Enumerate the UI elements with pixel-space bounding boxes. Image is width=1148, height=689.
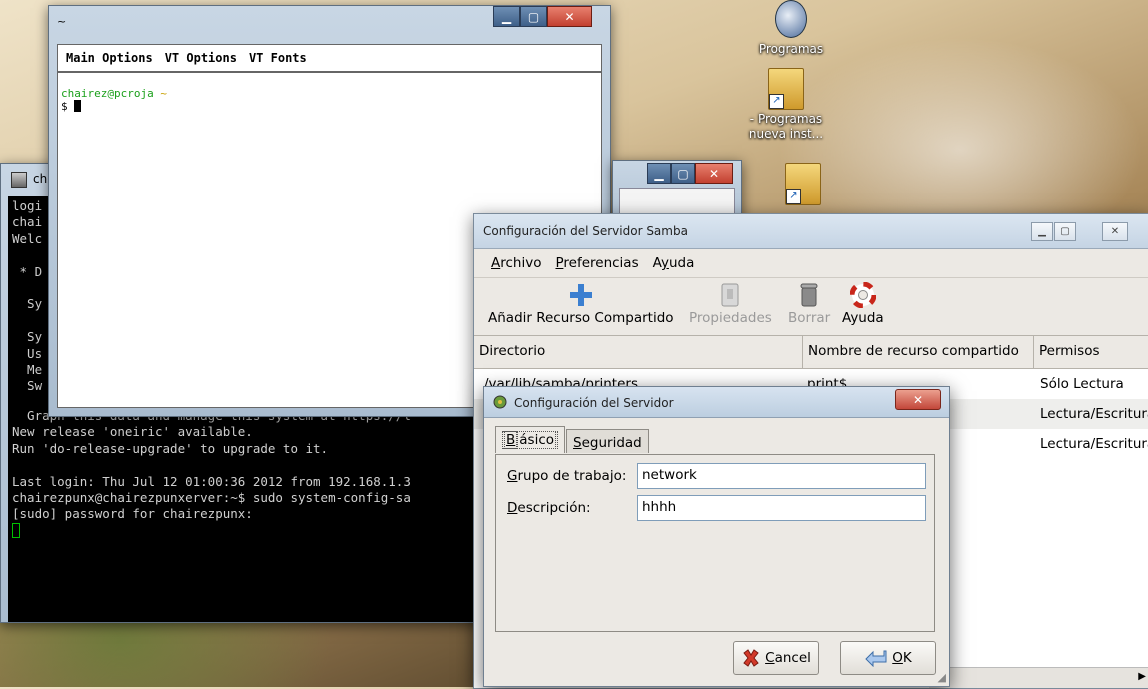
terminal-lines-partial: logi chai Welc * D Sy Sy Us Me Sw [12, 198, 43, 394]
menu-vt-fonts[interactable]: VT Fonts [249, 51, 307, 65]
samba-dialog-icon [493, 395, 507, 409]
desktop-icon-programas[interactable]: Programas [746, 0, 836, 56]
minimize-button[interactable]: ▁ [493, 6, 520, 27]
terminal-cursor [12, 522, 20, 538]
help-label: Ayuda [842, 310, 884, 326]
cell-permissions: Lectura/Escritura [1040, 406, 1148, 422]
close-button[interactable]: ✕ [695, 163, 733, 184]
description-label: Descripción: [507, 500, 591, 516]
minimize-button[interactable]: ▁ [647, 163, 671, 184]
prompt-user: chairez@pcroja [61, 87, 154, 100]
delete-button[interactable]: Borrar [788, 282, 830, 326]
ok-arrow-icon [865, 650, 887, 667]
dialog-title: Configuración del Servidor [514, 396, 674, 410]
column-directorio[interactable]: Directorio [474, 336, 803, 368]
desktop-icon-programas-nueva[interactable]: ↗ - Programas nueva inst... [741, 68, 831, 142]
column-permisos[interactable]: Permisos [1034, 336, 1148, 368]
close-button[interactable]: ✕ [895, 389, 941, 410]
trash-icon [800, 283, 818, 307]
add-share-button[interactable]: Añadir Recurso Compartido [488, 282, 674, 326]
properties-icon [721, 283, 739, 307]
workgroup-label: Grupo de trabajo: [507, 468, 627, 484]
cell-permissions: Lectura/Escritura [1040, 436, 1148, 452]
resize-grip-icon[interactable]: ◢ [938, 671, 946, 684]
desktop-icon-folder[interactable]: ↗ [758, 163, 848, 207]
cancel-button[interactable]: Cancel [733, 641, 819, 675]
cell-permissions: Sólo Lectura [1040, 376, 1124, 392]
menu-archivo[interactable]: Archivo [491, 255, 541, 271]
menu-main-options[interactable]: Main Options [66, 51, 153, 65]
maximize-button[interactable]: ▢ [671, 163, 695, 184]
window-title: ~ [57, 15, 67, 28]
putty-icon [11, 172, 27, 188]
terminal-cursor [74, 100, 82, 112]
menu-preferencias[interactable]: Preferencias [555, 255, 638, 271]
minimize-button[interactable]: ▁ [1031, 222, 1053, 241]
workgroup-input[interactable]: network [637, 463, 926, 489]
plus-icon [569, 284, 592, 306]
tab-panel-basico: Grupo de trabajo: network Descripción: h… [495, 454, 935, 632]
server-config-dialog[interactable]: Configuración del Servidor ✕ Básico Segu… [483, 386, 950, 687]
close-button[interactable]: ✕ [1102, 222, 1128, 241]
properties-label: Propiedades [689, 310, 772, 326]
folder-shortcut-icon: ↗ [768, 68, 804, 110]
window-title: ch [33, 172, 48, 186]
maximize-button[interactable]: ▢ [1054, 222, 1076, 241]
programs-icon [775, 0, 807, 38]
delete-label: Borrar [788, 310, 831, 326]
window-title: Configuración del Servidor Samba [483, 224, 688, 238]
horizontal-scrollbar[interactable]: ▶ [929, 667, 1148, 688]
tab-seguridad[interactable]: Seguridad [566, 429, 649, 453]
dialog-title-bar[interactable]: Configuración del Servidor ✕ [484, 387, 949, 418]
description-input[interactable]: hhhh [637, 495, 926, 521]
add-share-label: Añadir Recurso Compartido [488, 310, 674, 326]
column-nombre[interactable]: Nombre de recurso compartido [803, 336, 1034, 368]
scroll-right-icon: ▶ [1138, 671, 1146, 682]
prompt-path: ~ [160, 87, 167, 100]
menu-vt-options[interactable]: VT Options [165, 51, 237, 65]
menu-ayuda[interactable]: Ayuda [653, 255, 695, 271]
desktop-icon-label: - Programas nueva inst... [748, 112, 824, 141]
maximize-button[interactable]: ▢ [520, 6, 547, 27]
tab-basico[interactable]: Básico [495, 426, 566, 453]
help-button[interactable]: Ayuda [842, 282, 884, 326]
lifebuoy-icon [849, 282, 876, 308]
terminal-lines: Graph this data and manage this system a… [12, 407, 411, 522]
prompt-symbol: $ [61, 100, 75, 113]
close-button[interactable]: ✕ [547, 6, 592, 27]
window-title-bar[interactable]: Configuración del Servidor Samba ▁ ▢ ✕ [474, 214, 1148, 249]
ok-button[interactable]: OK [840, 641, 936, 675]
folder-shortcut-icon: ↗ [785, 163, 821, 205]
properties-button[interactable]: Propiedades [689, 282, 772, 326]
desktop-icon-label: Programas [758, 42, 824, 56]
cancel-icon [743, 649, 759, 667]
